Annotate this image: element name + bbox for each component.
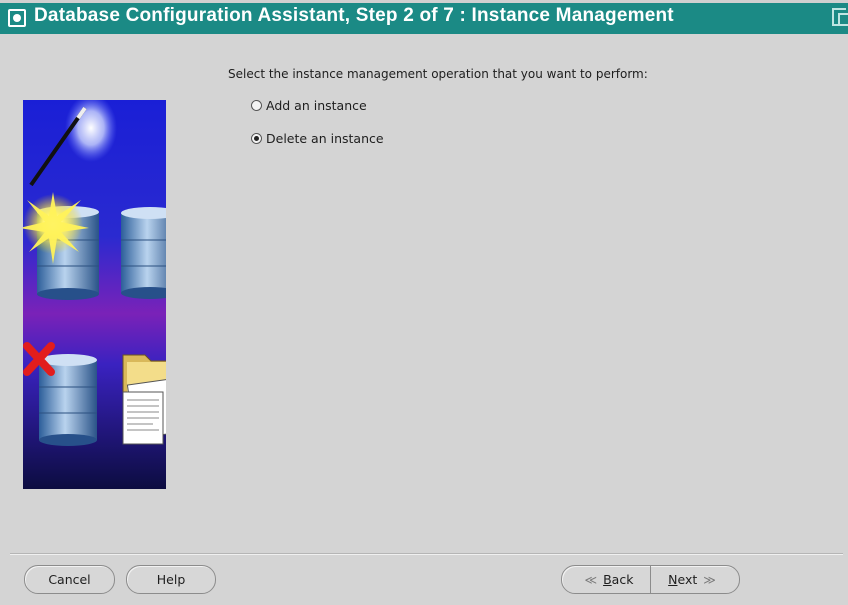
add-instance-label: Add an instance	[266, 98, 367, 113]
footer-separator	[10, 553, 843, 555]
wizard-illustration	[23, 100, 166, 489]
back-button[interactable]: ≪ Back	[562, 566, 651, 593]
add-instance-option[interactable]: Add an instance	[251, 98, 367, 113]
next-label: Next	[668, 572, 698, 587]
database-icon	[121, 207, 166, 299]
next-button[interactable]: Next ≫	[651, 566, 739, 593]
delete-instance-label: Delete an instance	[266, 131, 384, 146]
help-button[interactable]: Help	[126, 565, 216, 594]
cancel-button[interactable]: Cancel	[24, 565, 115, 594]
window-title: Database Configuration Assistant, Step 2…	[34, 5, 674, 26]
title-bar[interactable]: Database Configuration Assistant, Step 2…	[0, 0, 848, 34]
delete-instance-radio[interactable]	[251, 133, 262, 144]
back-arrow-icon: ≪	[584, 572, 598, 587]
next-arrow-icon: ≫	[703, 572, 716, 587]
add-instance-radio[interactable]	[251, 100, 262, 111]
maximize-icon[interactable]	[832, 8, 848, 26]
instructions-text: Select the instance management operation…	[228, 67, 648, 81]
back-label: Back	[603, 572, 634, 587]
window-menu-icon[interactable]	[8, 9, 26, 27]
navigation-buttons: ≪ Back Next ≫	[561, 565, 740, 594]
folder-icon	[122, 354, 166, 445]
delete-instance-option[interactable]: Delete an instance	[251, 131, 384, 146]
